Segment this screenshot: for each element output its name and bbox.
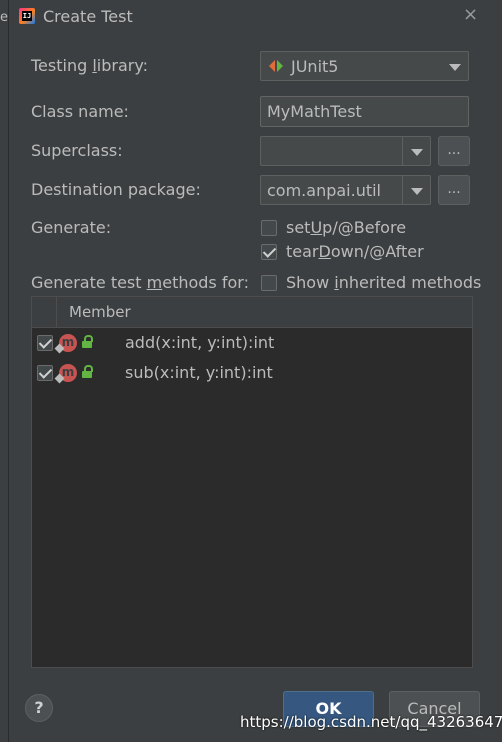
class-name-label: Class name:	[31, 102, 129, 121]
method-signature: add(x:int, y:int):int	[125, 333, 275, 352]
destination-package-value: com.anpai.util	[267, 181, 381, 200]
members-table: Member m add(x:int, y:int):int m sub(x:i…	[31, 296, 473, 668]
dropdown-separator	[402, 137, 403, 165]
superclass-dropdown[interactable]	[260, 136, 431, 166]
generate-methods-label: Generate test methods for:	[31, 273, 249, 292]
junit-icon	[269, 60, 283, 72]
teardown-checkbox[interactable]	[261, 244, 277, 260]
close-icon[interactable]: ×	[463, 4, 478, 25]
destination-package-label: Destination package:	[31, 180, 201, 199]
chevron-down-icon	[411, 188, 423, 195]
table-row[interactable]: m add(x:int, y:int):int	[32, 328, 472, 358]
testing-library-value: JUnit5	[291, 57, 339, 76]
method-icon: m	[54, 364, 77, 384]
row-checkbox[interactable]	[37, 335, 53, 351]
method-icon: m	[54, 334, 77, 354]
intellij-app-icon: IJ	[19, 8, 35, 24]
generate-label: Generate:	[31, 218, 112, 237]
class-name-field[interactable]: MyMathTest	[260, 96, 469, 127]
row-checkbox[interactable]	[37, 365, 53, 381]
lock-icon	[82, 335, 93, 348]
setup-checkbox-label[interactable]: setUp/@Before	[286, 218, 406, 237]
setup-checkbox[interactable]	[261, 220, 277, 236]
show-inherited-checkbox[interactable]	[261, 275, 277, 291]
chevron-down-icon	[449, 64, 461, 71]
column-separator	[56, 297, 57, 327]
member-column-header[interactable]: Member	[69, 303, 131, 321]
help-button[interactable]: ?	[25, 694, 53, 722]
table-row[interactable]: m sub(x:int, y:int):int	[32, 358, 472, 388]
destination-package-dropdown[interactable]: com.anpai.util	[260, 175, 431, 205]
testing-library-label: Testing library:	[31, 56, 149, 75]
dialog-title: Create Test	[43, 7, 133, 26]
method-signature: sub(x:int, y:int):int	[125, 363, 273, 382]
superclass-label: Superclass:	[31, 141, 123, 160]
chevron-down-icon	[411, 149, 423, 156]
create-test-dialog: IJ Create Test × Testing library: JUnit5…	[8, 0, 502, 742]
dropdown-separator	[402, 176, 403, 204]
class-name-value: MyMathTest	[267, 102, 362, 121]
show-inherited-label[interactable]: Show inherited methods	[286, 273, 481, 292]
testing-library-dropdown[interactable]: JUnit5	[260, 51, 469, 81]
destination-package-browse-button[interactable]: ...	[438, 175, 470, 205]
table-header: Member	[32, 297, 472, 328]
teardown-checkbox-label[interactable]: tearDown/@After	[286, 242, 424, 261]
lock-icon	[82, 365, 93, 378]
superclass-browse-button[interactable]: ...	[438, 136, 470, 166]
watermark-text: https://blog.csdn.net/qq_43263647	[240, 713, 502, 731]
dialog-title-bar: IJ Create Test ×	[9, 0, 502, 34]
